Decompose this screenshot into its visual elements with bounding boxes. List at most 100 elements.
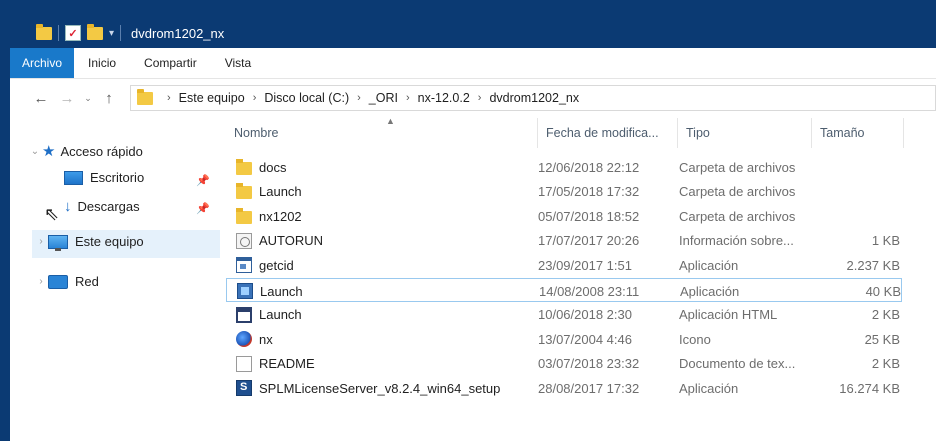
file-date: 10/06/2018 2:30 <box>538 307 632 323</box>
file-name-cell: nx1202 <box>236 204 536 228</box>
column-header-date[interactable]: Fecha de modifica... <box>538 118 678 148</box>
file-name: nx <box>259 331 273 347</box>
breadcrumb-chevron-icon[interactable]: › <box>406 92 410 104</box>
breadcrumb-chevron-icon[interactable]: › <box>478 92 482 104</box>
file-date: 13/07/2004 4:46 <box>538 331 632 347</box>
file-date: 23/09/2017 1:51 <box>538 257 632 273</box>
breadcrumb-ori[interactable]: _ORI <box>369 91 398 105</box>
breadcrumb-este-equipo[interactable]: Este equipo <box>179 91 245 105</box>
folder-icon <box>137 88 153 105</box>
file-type: Documento de tex... <box>679 356 796 372</box>
chevron-right-icon[interactable]: › <box>34 276 48 287</box>
forward-arrow-icon[interactable]: → <box>54 85 80 111</box>
file-name-cell: Launch <box>237 279 537 303</box>
column-header-name[interactable]: ▲ Nombre <box>226 116 538 148</box>
file-size: 2 KB <box>871 356 900 372</box>
launch-app-icon <box>237 283 253 299</box>
tab-compartir[interactable]: Compartir <box>130 48 211 78</box>
file-name-cell: Launch <box>236 303 536 327</box>
breadcrumb-chevron-icon[interactable]: › <box>253 92 257 104</box>
quick-access-toolbar: ✓ ▾ dvdrom1202_nx <box>36 22 224 44</box>
breadcrumb-chevron-icon[interactable]: › <box>357 92 361 104</box>
back-arrow-icon[interactable]: ← <box>28 85 54 111</box>
file-name: docs <box>259 159 287 175</box>
properties-icon[interactable]: ✓ <box>65 25 81 41</box>
nav-item-acceso-rapido[interactable]: ⌄ ★ Acceso rápido <box>28 142 143 160</box>
file-size <box>816 155 900 179</box>
breadcrumb-nx[interactable]: nx-12.0.2 <box>418 91 470 105</box>
file-size: 25 KB <box>864 331 900 347</box>
breadcrumb-chevron-icon[interactable]: › <box>167 92 171 104</box>
nav-label: Descargas <box>77 199 140 214</box>
nav-item-escritorio[interactable]: Escritorio <box>64 170 144 185</box>
breadcrumb-dvdrom[interactable]: dvdrom1202_nx <box>489 91 579 105</box>
sort-ascending-icon: ▲ <box>386 116 395 126</box>
folder-icon <box>236 158 252 175</box>
file-name: AUTORUN <box>259 233 324 249</box>
file-row[interactable]: nx1202 05/07/2018 18:52 Carpeta de archivo… <box>226 204 902 228</box>
file-row[interactable]: SPLMLicenseServer_v8.2.4_win64_setup 28/0… <box>226 376 902 400</box>
tab-inicio[interactable]: Inicio <box>74 48 130 78</box>
file-row[interactable]: README 03/07/2018 23:32 Documento de tex..… <box>226 352 902 376</box>
file-name: README <box>259 356 315 372</box>
text-document-icon <box>236 355 252 372</box>
file-row[interactable]: nx 13/07/2004 4:46 Icono 25 KB <box>226 327 902 351</box>
folder-icon <box>236 207 252 224</box>
toolbar-separator <box>120 25 122 41</box>
up-arrow-icon[interactable]: ↑ <box>96 85 122 111</box>
file-type: Información sobre... <box>679 233 794 249</box>
recent-locations-chevron-icon[interactable]: ⌄ <box>80 85 96 111</box>
tab-vista[interactable]: Vista <box>211 48 265 78</box>
computer-icon <box>48 234 68 251</box>
window-title: dvdrom1202_nx <box>131 25 225 41</box>
file-size: 16.274 KB <box>839 380 900 396</box>
file-type: Aplicación <box>679 257 739 273</box>
title-bar[interactable]: ✓ ▾ dvdrom1202_nx <box>10 0 936 48</box>
address-bar[interactable]: › Este equipo › Disco local (C:) › _ORI … <box>130 85 936 111</box>
file-row[interactable]: Launch 14/08/2008 23:11 Aplicación 40 KB <box>226 278 902 302</box>
setup-info-icon <box>236 232 252 249</box>
file-name-cell: Launch <box>236 180 536 204</box>
file-size: 40 KB <box>865 283 901 299</box>
file-size: 2 KB <box>871 307 900 323</box>
nav-item-red[interactable]: › Red <box>34 274 99 289</box>
file-type: Carpeta de archivos <box>679 159 796 175</box>
navigation-bar: ← → ⌄ ↑ › Este equipo › Disco local (C:)… <box>10 82 936 114</box>
download-arrow-icon: ↓ <box>64 198 72 215</box>
column-header-type[interactable]: Tipo <box>678 118 812 148</box>
file-row[interactable]: docs 12/06/2018 22:12 Carpeta de archivos <box>226 155 902 179</box>
file-type: Icono <box>679 331 711 347</box>
file-row[interactable]: AUTORUN 17/07/2017 20:26 Información sobre… <box>226 229 902 253</box>
pin-icon[interactable]: 📌 <box>196 202 210 215</box>
toolbar-separator <box>58 25 59 41</box>
file-name-cell: getcid <box>236 253 536 277</box>
file-date: 03/07/2018 23:32 <box>538 356 640 372</box>
new-folder-icon[interactable] <box>87 23 103 40</box>
application-icon <box>236 257 252 274</box>
file-type: Aplicación <box>679 380 739 396</box>
breadcrumb-disco-local[interactable]: Disco local (C:) <box>264 91 349 105</box>
file-row[interactable]: Launch 17/05/2018 17:32 Carpeta de archivo… <box>226 180 902 204</box>
nav-item-este-equipo[interactable]: › Este equipo <box>34 234 144 251</box>
nav-label: Acceso rápido <box>60 143 143 159</box>
nav-label: Escritorio <box>90 170 145 185</box>
nav-item-descargas[interactable]: ↓ Descargas <box>64 198 140 215</box>
nx-icon-file-icon <box>236 331 252 348</box>
file-size: 1 KB <box>871 233 900 249</box>
star-icon: ★ <box>42 143 56 160</box>
customize-toolbar-icon[interactable]: ▾ <box>109 28 114 39</box>
file-row[interactable]: Launch 10/06/2018 2:30 Aplicación HTML 2 KB <box>226 303 902 327</box>
file-list: ▲ Nombre Fecha de modifica... Tipo Tamañ… <box>214 116 906 441</box>
pin-icon[interactable]: 📌 <box>196 174 210 187</box>
desktop-icon <box>64 170 83 185</box>
chevron-down-icon[interactable]: ⌄ <box>28 146 42 157</box>
file-date: 05/07/2018 18:52 <box>538 208 640 224</box>
file-name-cell: nx <box>236 327 536 351</box>
file-type: Aplicación <box>680 283 740 299</box>
file-row[interactable]: getcid 23/09/2017 1:51 Aplicación 2.237 KB <box>226 253 902 277</box>
nav-label: Red <box>75 274 99 289</box>
file-type: Carpeta de archivos <box>679 184 796 200</box>
column-header-size[interactable]: Tamaño <box>812 118 904 148</box>
tab-archivo[interactable]: Archivo <box>10 48 75 78</box>
chevron-right-icon[interactable]: › <box>34 236 48 247</box>
